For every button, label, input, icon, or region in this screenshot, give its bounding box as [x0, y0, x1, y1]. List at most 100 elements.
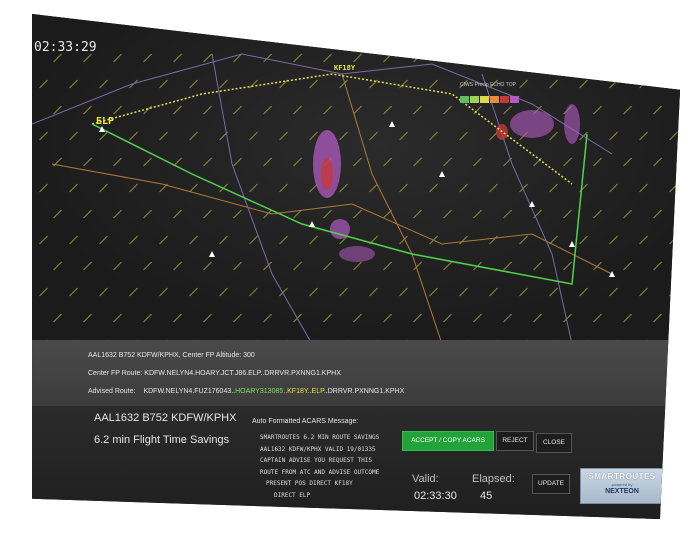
wind-barb-icon [249, 183, 258, 193]
wind-barb-icon [653, 313, 662, 323]
legend-swatch [460, 96, 469, 103]
wind-barb-icon [189, 235, 198, 245]
wind-barb-icon [203, 261, 212, 271]
wind-barb-icon [563, 53, 572, 63]
wind-barb-icon [459, 235, 468, 245]
acars-line: AAL1632 KDFW/KPHX VALID 19/01335 [260, 445, 376, 453]
legend-swatch [500, 96, 509, 103]
wind-barb-icon [503, 313, 512, 323]
wind-barb-icon [113, 53, 122, 63]
wind-barb-icon [173, 209, 182, 219]
wind-barb-icon [69, 183, 78, 193]
wind-barb-icon [113, 261, 122, 271]
wind-barb-icon [653, 261, 662, 271]
wind-barb-icon [443, 209, 452, 219]
wind-barb-icon [579, 79, 588, 89]
wind-barb-icon [533, 157, 542, 167]
kf18y-waypoint-label: KF18Y [334, 64, 356, 72]
wind-barb-icon [263, 53, 272, 63]
wind-barb-icon [339, 131, 348, 141]
wind-barb-icon [83, 209, 92, 219]
wind-barb-icon [249, 235, 258, 245]
wind-barb-icon [189, 183, 198, 193]
wind-barb-icon [143, 105, 152, 115]
wind-barb-icon [473, 313, 482, 323]
wind-barb-icon [189, 79, 198, 89]
acars-message: SMARTROUTES 6.2 MIN ROUTE SAVINGS AAL163… [260, 432, 379, 501]
wind-barb-icon [293, 105, 302, 115]
wind-barb-icon [443, 313, 452, 323]
wind-barb-icon [129, 235, 138, 245]
wind-barb-icon [623, 313, 632, 323]
wind-barb-icon [143, 313, 152, 323]
wind-barb-icon [353, 105, 362, 115]
legend-title: CIWS Precip ECHO TOP [460, 82, 516, 88]
wind-barb-icon [39, 287, 48, 297]
radar-map[interactable]: 02:33:29 ELP KF18Y CIWS Precip ECHO TOP [32, 14, 680, 344]
flight-summary-line: AAL1632 B752 KDFW/KPHX, Center FP Altitu… [88, 352, 255, 359]
sector-boundary [211, 53, 313, 344]
reject-button[interactable]: REJECT [496, 431, 534, 451]
wind-barb-icon [593, 53, 602, 63]
wind-barb-icon [53, 313, 62, 323]
wind-barb-icon [39, 79, 48, 89]
wind-barb-icon [399, 287, 408, 297]
legend-swatch [510, 96, 519, 103]
wind-barb-icon [173, 313, 182, 323]
wind-barb-icon [233, 209, 242, 219]
wind-barb-icon [609, 79, 618, 89]
wind-barb-icon [339, 183, 348, 193]
wind-barb-icon [549, 287, 558, 297]
wind-barb-icon [83, 105, 92, 115]
wind-barb-icon [489, 183, 498, 193]
wind-barb-icon [219, 235, 228, 245]
wind-barb-icon [113, 105, 122, 115]
weather-cell [496, 124, 508, 140]
wind-barb-icon [429, 131, 438, 141]
accept-copy-acars-button[interactable]: ACCEPT / COPY ACARS [402, 431, 494, 451]
wind-barb-icon [129, 131, 138, 141]
wind-barb-icon [533, 261, 542, 271]
weather-cell [564, 104, 580, 144]
wind-barb-icon [233, 157, 242, 167]
wind-barb-icon [383, 105, 392, 115]
wind-barb-icon [459, 131, 468, 141]
brand-name: SMARTROUTES [588, 472, 656, 481]
wind-barb-icon [353, 157, 362, 167]
wind-barb-icon [323, 105, 332, 115]
wind-barb-icon [459, 287, 468, 297]
wind-barb-icon [669, 339, 678, 344]
wind-barb-icon [53, 261, 62, 271]
wind-barb-icon [369, 183, 378, 193]
wind-barb-icon [143, 261, 152, 271]
wind-barb-icon [99, 79, 108, 89]
wind-barb-icon [353, 313, 362, 323]
wind-barb-icon [53, 53, 62, 63]
wind-barb-icon [383, 53, 392, 63]
wind-barb-icon [99, 287, 108, 297]
wind-barb-icon [669, 79, 678, 89]
wind-barb-icon [159, 131, 168, 141]
wind-barb-icon [503, 261, 512, 271]
wind-barb-icon [669, 287, 678, 297]
wind-barb-icon [39, 131, 48, 141]
wind-barb-icon [233, 105, 242, 115]
wind-barb-icon [459, 183, 468, 193]
wind-barb-icon [623, 261, 632, 271]
wind-barb-icon [309, 235, 318, 245]
wind-barb-icon [653, 53, 662, 63]
wind-barb-icon [549, 79, 558, 89]
wind-barb-icon [519, 235, 528, 245]
wind-barb-icon [99, 131, 108, 141]
wind-barb-icon [549, 183, 558, 193]
update-button[interactable]: UPDATE [532, 474, 570, 494]
wind-barb-icon [563, 209, 572, 219]
legend-swatch [480, 96, 489, 103]
close-button[interactable]: CLOSE [536, 433, 572, 453]
wind-barb-icon [579, 235, 588, 245]
wind-barb-icon [279, 131, 288, 141]
wind-barb-icon [53, 209, 62, 219]
elapsed-label: Elapsed: [472, 473, 515, 485]
wind-barb-icon [323, 261, 332, 271]
wind-barb-icon [549, 235, 558, 245]
